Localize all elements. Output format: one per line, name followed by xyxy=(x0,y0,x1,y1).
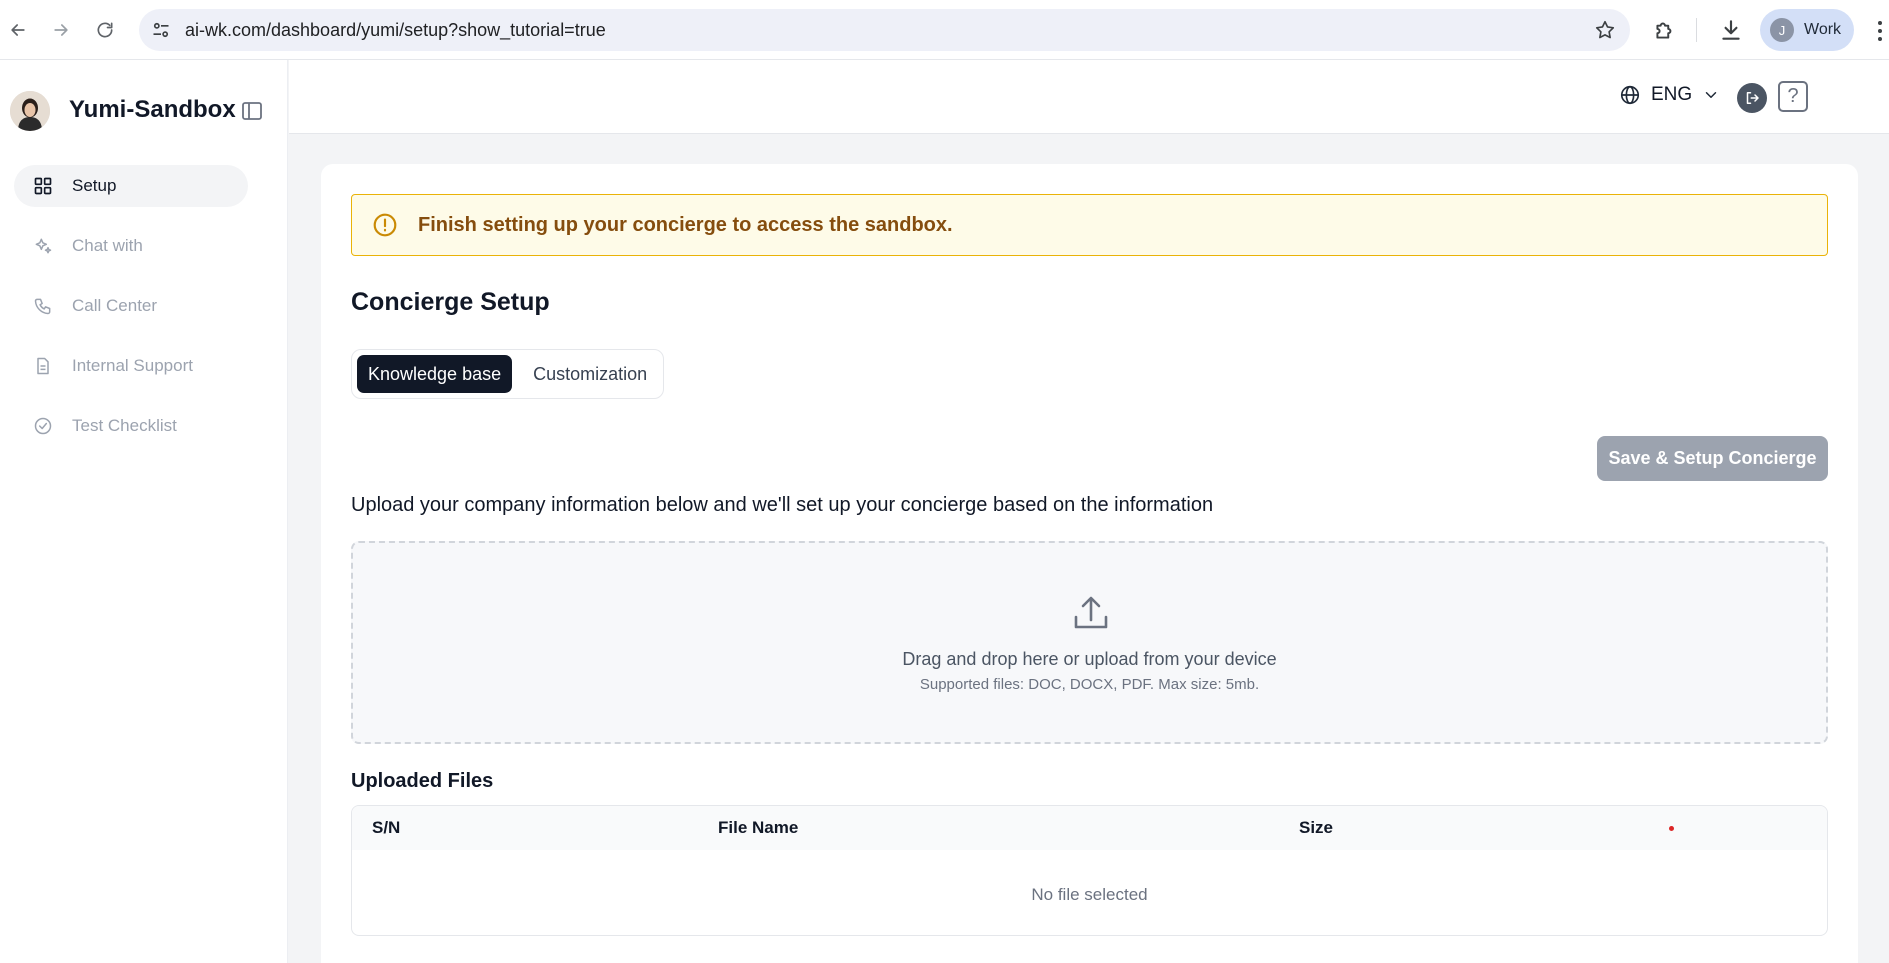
warning-icon xyxy=(373,213,397,237)
uploaded-files-title: Uploaded Files xyxy=(351,770,494,792)
address-bar[interactable]: ai-wk.com/dashboard/yumi/setup?show_tuto… xyxy=(139,9,1630,51)
table-header: S/N File Name Size xyxy=(352,806,1827,850)
sidebar: Yumi-Sandbox Setup Chat with Call Center… xyxy=(0,60,288,963)
reload-icon[interactable] xyxy=(89,14,121,46)
top-header: ENG ? xyxy=(289,60,1889,134)
tab-knowledge-base[interactable]: Knowledge base xyxy=(357,355,513,393)
profile-label: Work xyxy=(1804,21,1842,38)
sparkles-icon xyxy=(35,238,52,254)
sidebar-item-label: Chat with xyxy=(72,236,143,255)
column-header-sn: S/N xyxy=(372,818,401,837)
chevron-down-icon xyxy=(1705,92,1717,98)
language-label: ENG xyxy=(1651,84,1693,105)
check-circle-icon xyxy=(34,417,52,435)
setup-alert: Finish setting up your concierge to acce… xyxy=(351,194,1828,256)
sidebar-item-label: Test Checklist xyxy=(72,416,177,435)
sidebar-toggle-icon[interactable] xyxy=(240,99,264,123)
back-arrow-icon[interactable] xyxy=(2,14,34,46)
profile-button[interactable]: J Work xyxy=(1760,9,1854,51)
uploaded-files-table: S/N File Name Size No file selected xyxy=(351,805,1828,936)
page-title: Concierge Setup xyxy=(351,288,550,316)
file-dropzone[interactable]: Drag and drop here or upload from your d… xyxy=(351,541,1828,744)
tab-customization[interactable]: Customization xyxy=(522,355,658,393)
dropzone-main-text: Drag and drop here or upload from your d… xyxy=(902,649,1277,669)
dropzone-sub-text: Supported files: DOC, DOCX, PDF. Max siz… xyxy=(919,676,1260,693)
sidebar-item-label: Call Center xyxy=(72,296,158,315)
document-icon xyxy=(37,357,49,375)
alert-message: Finish setting up your concierge to acce… xyxy=(418,213,953,236)
sidebar-item-label: Internal Support xyxy=(72,356,193,375)
help-button[interactable]: ? xyxy=(1778,81,1808,112)
sidebar-item-internal-support[interactable]: Internal Support xyxy=(14,345,248,387)
upload-intro-text: Upload your company information below an… xyxy=(351,494,1214,516)
grid-icon xyxy=(34,177,52,195)
column-header-size: Size xyxy=(1299,818,1334,837)
toolbar-divider xyxy=(1696,18,1697,42)
sidebar-item-label: Setup xyxy=(72,176,117,195)
setup-tabs: Knowledge base Customization xyxy=(351,349,665,399)
site-settings-icon[interactable] xyxy=(151,20,171,40)
extensions-puzzle-icon[interactable] xyxy=(1652,17,1678,43)
empty-table-message: No file selected xyxy=(1031,885,1148,904)
download-icon[interactable] xyxy=(1718,17,1744,43)
help-icon: ? xyxy=(1787,85,1799,107)
save-setup-button[interactable]: Save & Setup Concierge xyxy=(1597,436,1828,481)
profile-avatar: J xyxy=(1770,18,1794,42)
upload-icon xyxy=(1074,596,1108,629)
globe-icon xyxy=(1620,85,1640,105)
sidebar-item-setup[interactable]: Setup xyxy=(14,165,248,207)
url-text[interactable]: ai-wk.com/dashboard/yumi/setup?show_tuto… xyxy=(185,20,606,40)
sidebar-item-test-checklist[interactable]: Test Checklist xyxy=(14,405,248,447)
column-header-file-name: File Name xyxy=(718,818,799,837)
logout-button[interactable] xyxy=(1737,83,1767,113)
setup-card: Finish setting up your concierge to acce… xyxy=(321,164,1858,963)
logout-icon xyxy=(1746,92,1759,104)
sidebar-item-call-center[interactable]: Call Center xyxy=(14,285,248,327)
browser-toolbar: ai-wk.com/dashboard/yumi/setup?show_tuto… xyxy=(0,0,1889,60)
bookmark-star-icon[interactable] xyxy=(1594,19,1616,41)
brand-name: Yumi-Sandbox xyxy=(69,96,236,123)
forward-arrow-icon[interactable] xyxy=(45,14,77,46)
phone-icon xyxy=(34,298,51,315)
browser-menu-icon[interactable] xyxy=(1875,20,1885,42)
avatar xyxy=(10,91,50,131)
language-selector[interactable]: ENG xyxy=(1619,84,1720,106)
sidebar-item-chat-with[interactable]: Chat with xyxy=(14,225,248,267)
column-header-dot xyxy=(1669,826,1674,831)
